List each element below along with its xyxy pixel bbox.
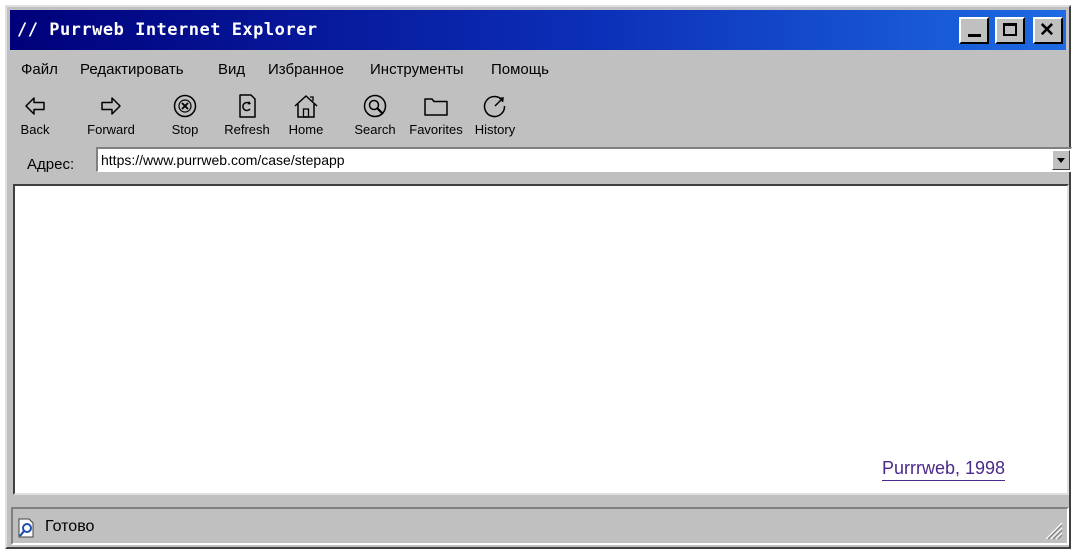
forward-label: Forward [87, 122, 135, 137]
chevron-down-icon [1057, 158, 1065, 163]
history-icon [483, 95, 506, 118]
history-label: History [474, 122, 516, 137]
menu-help[interactable]: Помощь [491, 61, 549, 78]
favorites-button[interactable]: Favorites [403, 93, 469, 145]
credit-link[interactable]: Purrrweb, 1998 [882, 458, 1006, 481]
home-label: Home [288, 122, 324, 137]
menu-tools[interactable]: Инструменты [370, 61, 464, 78]
search-icon [363, 94, 387, 118]
menu-file[interactable]: Файл [21, 61, 58, 78]
toolbar: Back Forward Stop Refresh Home Search Fa… [7, 93, 567, 149]
stop-label: Stop [171, 122, 199, 137]
favorites-label: Favorites [409, 122, 463, 137]
window-title: // Purrweb Internet Explorer [17, 20, 318, 40]
stop-icon [173, 94, 197, 118]
back-button[interactable]: Back [2, 93, 68, 145]
home-icon [294, 95, 318, 118]
close-icon: ✕ [1039, 20, 1055, 41]
forward-button[interactable]: Forward [78, 93, 144, 145]
page-content[interactable]: Purrrweb, 1998 [13, 184, 1069, 495]
maximize-icon [1003, 23, 1017, 36]
status-bar: Готово [11, 507, 1069, 545]
page-status-icon [18, 518, 34, 538]
browser-window: // Purrweb Internet Explorer ✕ Файл Реда… [5, 5, 1072, 549]
forward-arrow-icon [101, 97, 121, 115]
address-bar[interactable] [96, 147, 1072, 172]
folder-icon [424, 98, 448, 116]
history-button[interactable]: History [462, 93, 528, 145]
stop-button[interactable]: Stop [152, 93, 218, 145]
back-label: Back [20, 122, 50, 137]
menu-edit[interactable]: Редактировать [80, 61, 184, 78]
menu-view[interactable]: Вид [218, 61, 245, 78]
title-bar[interactable]: // Purrweb Internet Explorer ✕ [10, 10, 1066, 50]
search-label: Search [354, 122, 396, 137]
close-button[interactable]: ✕ [1033, 17, 1063, 44]
home-button[interactable]: Home [273, 93, 339, 145]
address-input[interactable] [101, 150, 1041, 170]
address-label: Адрес: [27, 156, 75, 173]
refresh-icon [239, 94, 256, 118]
resize-grip-icon[interactable] [1041, 518, 1063, 540]
menu-favorites[interactable]: Избранное [268, 61, 344, 78]
maximize-button[interactable] [995, 17, 1025, 44]
minimize-icon [968, 34, 981, 37]
refresh-button[interactable]: Refresh [214, 93, 280, 145]
refresh-label: Refresh [224, 122, 270, 137]
status-text: Готово [45, 518, 95, 535]
search-button[interactable]: Search [342, 93, 408, 145]
back-arrow-icon [25, 97, 45, 115]
minimize-button[interactable] [959, 17, 989, 44]
address-dropdown-button[interactable] [1052, 150, 1070, 170]
